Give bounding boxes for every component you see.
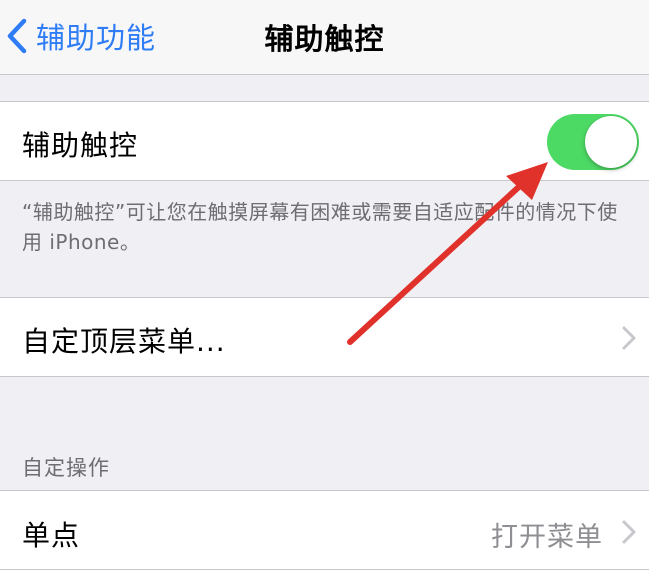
assistive-touch-row: 辅助触控	[0, 101, 649, 181]
single-tap-label: 单点	[22, 519, 81, 552]
custom-actions-header: 自定操作	[22, 456, 110, 480]
chevron-right-icon	[621, 519, 637, 545]
customize-top-level-menu-label: 自定顶层菜单...	[22, 325, 226, 358]
single-tap-value: 打开菜单	[491, 522, 603, 553]
toggle-knob	[585, 116, 637, 168]
navigation-bar: 辅助功能 辅助触控	[0, 0, 649, 75]
assistive-touch-toggle[interactable]	[547, 114, 639, 170]
chevron-right-icon	[621, 325, 637, 351]
assistive-touch-description: “辅助触控”可让您在触摸屏幕有困难或需要自适应配件的情况下使用 iPhone。	[22, 200, 618, 254]
assistive-touch-label: 辅助触控	[22, 129, 139, 162]
single-tap-row[interactable]: 单点 打开菜单	[0, 490, 649, 570]
customize-top-level-menu-row[interactable]: 自定顶层菜单...	[0, 297, 649, 377]
page-title: 辅助触控	[264, 22, 385, 56]
